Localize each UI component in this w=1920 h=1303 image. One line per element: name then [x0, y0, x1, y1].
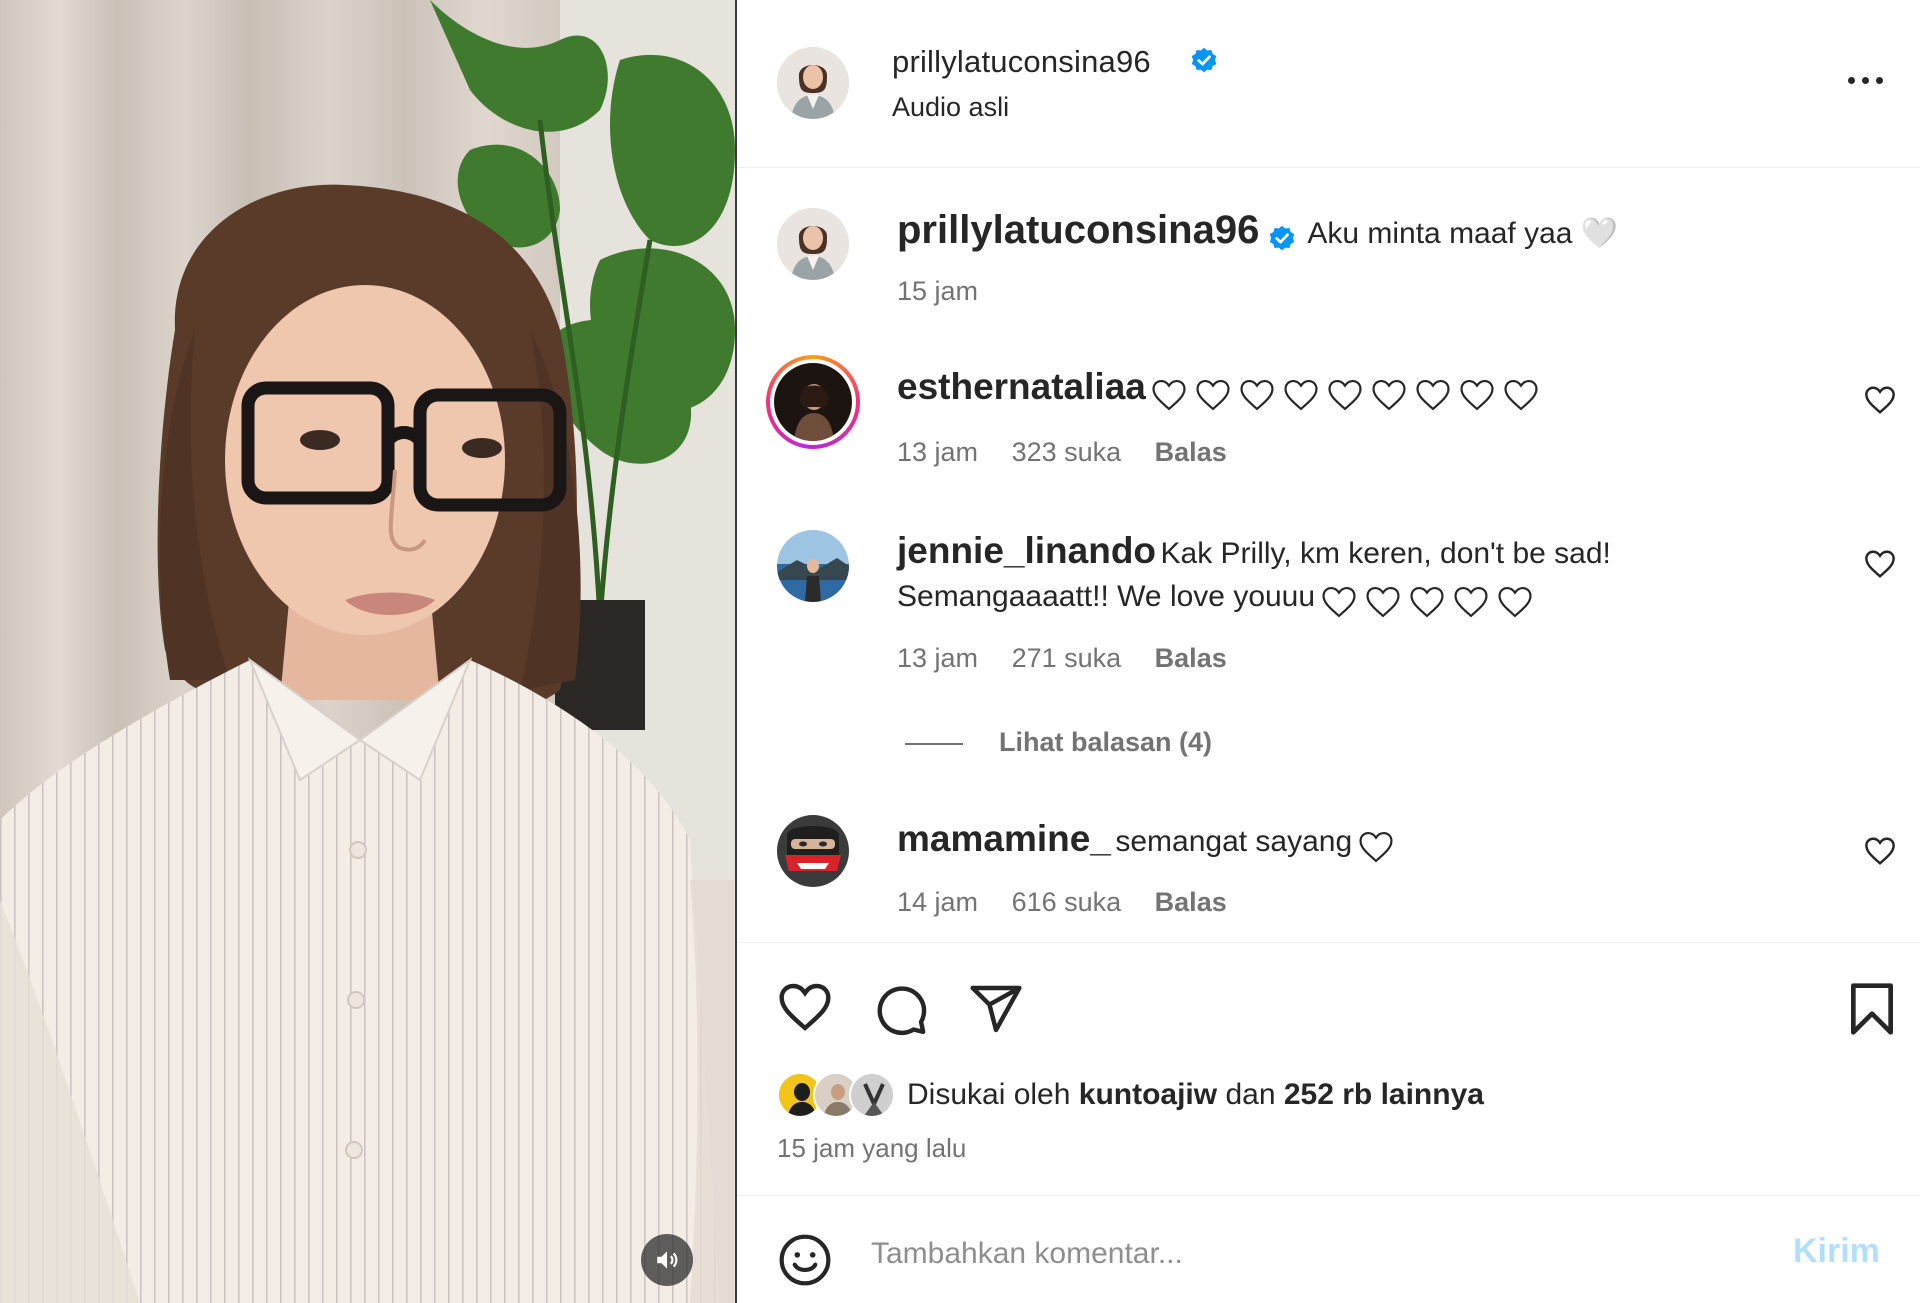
comment-text: Kak Prilly, km keren, don't be sad!: [1160, 537, 1611, 570]
comment-text-hearts: [1150, 378, 1540, 412]
comment-icon[interactable]: [873, 981, 929, 1037]
like-heart-icon[interactable]: [777, 981, 833, 1033]
emoji-icon[interactable]: [777, 1232, 833, 1288]
likes-connector: dan: [1217, 1078, 1284, 1111]
comment-heart-icon[interactable]: [1863, 836, 1897, 866]
view-replies-button[interactable]: Lihat balasan (4): [905, 727, 1212, 758]
caption-time: 15 jam: [897, 276, 979, 306]
comment-time: 13 jam: [897, 643, 979, 673]
comment-text: semangat sayang: [1115, 825, 1353, 858]
comment-like-count[interactable]: 271 suka: [1012, 643, 1122, 673]
likes-others-count[interactable]: 252 rb lainnya: [1284, 1078, 1484, 1111]
heart-emoji-icon: [1284, 379, 1318, 411]
likes-text: Disukai oleh kuntoajiw dan 252 rb lainny…: [907, 1078, 1484, 1112]
verified-badge-icon: [1191, 47, 1217, 73]
action-bar: Disukai oleh kuntoajiw dan 252 rb lainny…: [737, 942, 1920, 1192]
post-header: prillylatuconsina96 Audio asli: [737, 0, 1920, 168]
comment-heart-icon[interactable]: [1863, 385, 1897, 415]
comment-text-line-2: Semangaaaatt!! We love youuu: [897, 580, 1316, 613]
heart-emoji-icon: [1372, 379, 1406, 411]
heart-emoji-icon: [1328, 379, 1362, 411]
commenter-avatar[interactable]: [777, 815, 849, 887]
caption-username[interactable]: prillylatuconsina96: [897, 208, 1259, 252]
heart-emoji-icon: [1409, 586, 1444, 618]
comment-like-count[interactable]: 323 suka: [1012, 437, 1122, 467]
author-avatar[interactable]: [777, 47, 849, 119]
liker-username[interactable]: kuntoajiw: [1079, 1078, 1217, 1111]
commenter-username[interactable]: mamamine_: [897, 818, 1111, 859]
comment-input[interactable]: [871, 1226, 1731, 1282]
heart-emoji-icon: [1365, 586, 1400, 618]
heart-emoji-icon: [1453, 586, 1488, 618]
heart-emoji-icon: [1196, 379, 1230, 411]
heart-emoji-icon: [1240, 379, 1274, 411]
post-comment-button[interactable]: Kirim: [1793, 1232, 1880, 1271]
comment-bar: Kirim: [737, 1195, 1920, 1303]
reply-button[interactable]: Balas: [1155, 643, 1227, 673]
comment-like-count[interactable]: 616 suka: [1012, 887, 1122, 917]
heart-emoji-icon: [1416, 379, 1450, 411]
audio-label[interactable]: Audio asli: [892, 92, 1009, 123]
heart-emoji-icon: [1321, 586, 1356, 618]
comment-text-hearts: [1357, 830, 1395, 864]
heart-emoji-icon: [1359, 831, 1393, 863]
caption-author-avatar[interactable]: [777, 208, 849, 280]
comment-text-hearts: [1320, 585, 1534, 619]
likes-prefix: Disukai oleh: [907, 1078, 1079, 1111]
author-username[interactable]: prillylatuconsina96: [892, 44, 1151, 80]
commenter-avatar[interactable]: [777, 530, 849, 602]
reply-button[interactable]: Balas: [1155, 437, 1227, 467]
bookmark-icon[interactable]: [1847, 981, 1897, 1037]
post-panel: prillylatuconsina96 Audio asli prillylat…: [737, 0, 1920, 1303]
share-icon[interactable]: [968, 981, 1024, 1037]
caption-text: Aku minta maaf yaa 🤍: [1307, 217, 1619, 250]
heart-emoji-icon: [1504, 379, 1538, 411]
replies-dash: [905, 742, 963, 745]
verified-badge-icon: [1270, 225, 1295, 251]
comment-time: 14 jam: [897, 887, 979, 917]
video-frame: [0, 0, 735, 1303]
comment-heart-icon[interactable]: [1863, 549, 1897, 579]
post-timestamp: 15 jam yang lalu: [777, 1133, 967, 1163]
comment-time: 13 jam: [897, 437, 979, 467]
liker-avatar: [849, 1072, 895, 1118]
heart-emoji-icon: [1152, 379, 1186, 411]
heart-emoji-icon: [1497, 586, 1532, 618]
more-options-icon[interactable]: [1835, 60, 1895, 100]
mute-button[interactable]: [641, 1234, 693, 1286]
speaker-icon: [657, 1251, 678, 1269]
commenter-avatar-story-ring[interactable]: [766, 355, 860, 449]
likes-summary[interactable]: Disukai oleh kuntoajiw dan 252 rb lainny…: [777, 1071, 1484, 1119]
heart-emoji-icon: [1460, 379, 1494, 411]
commenter-username[interactable]: jennie_linando: [897, 530, 1156, 571]
video-player[interactable]: [0, 0, 735, 1303]
reply-button[interactable]: Balas: [1155, 887, 1227, 917]
commenter-username[interactable]: esthernataliaa: [897, 366, 1146, 407]
view-replies-label: Lihat balasan (4): [999, 727, 1213, 757]
